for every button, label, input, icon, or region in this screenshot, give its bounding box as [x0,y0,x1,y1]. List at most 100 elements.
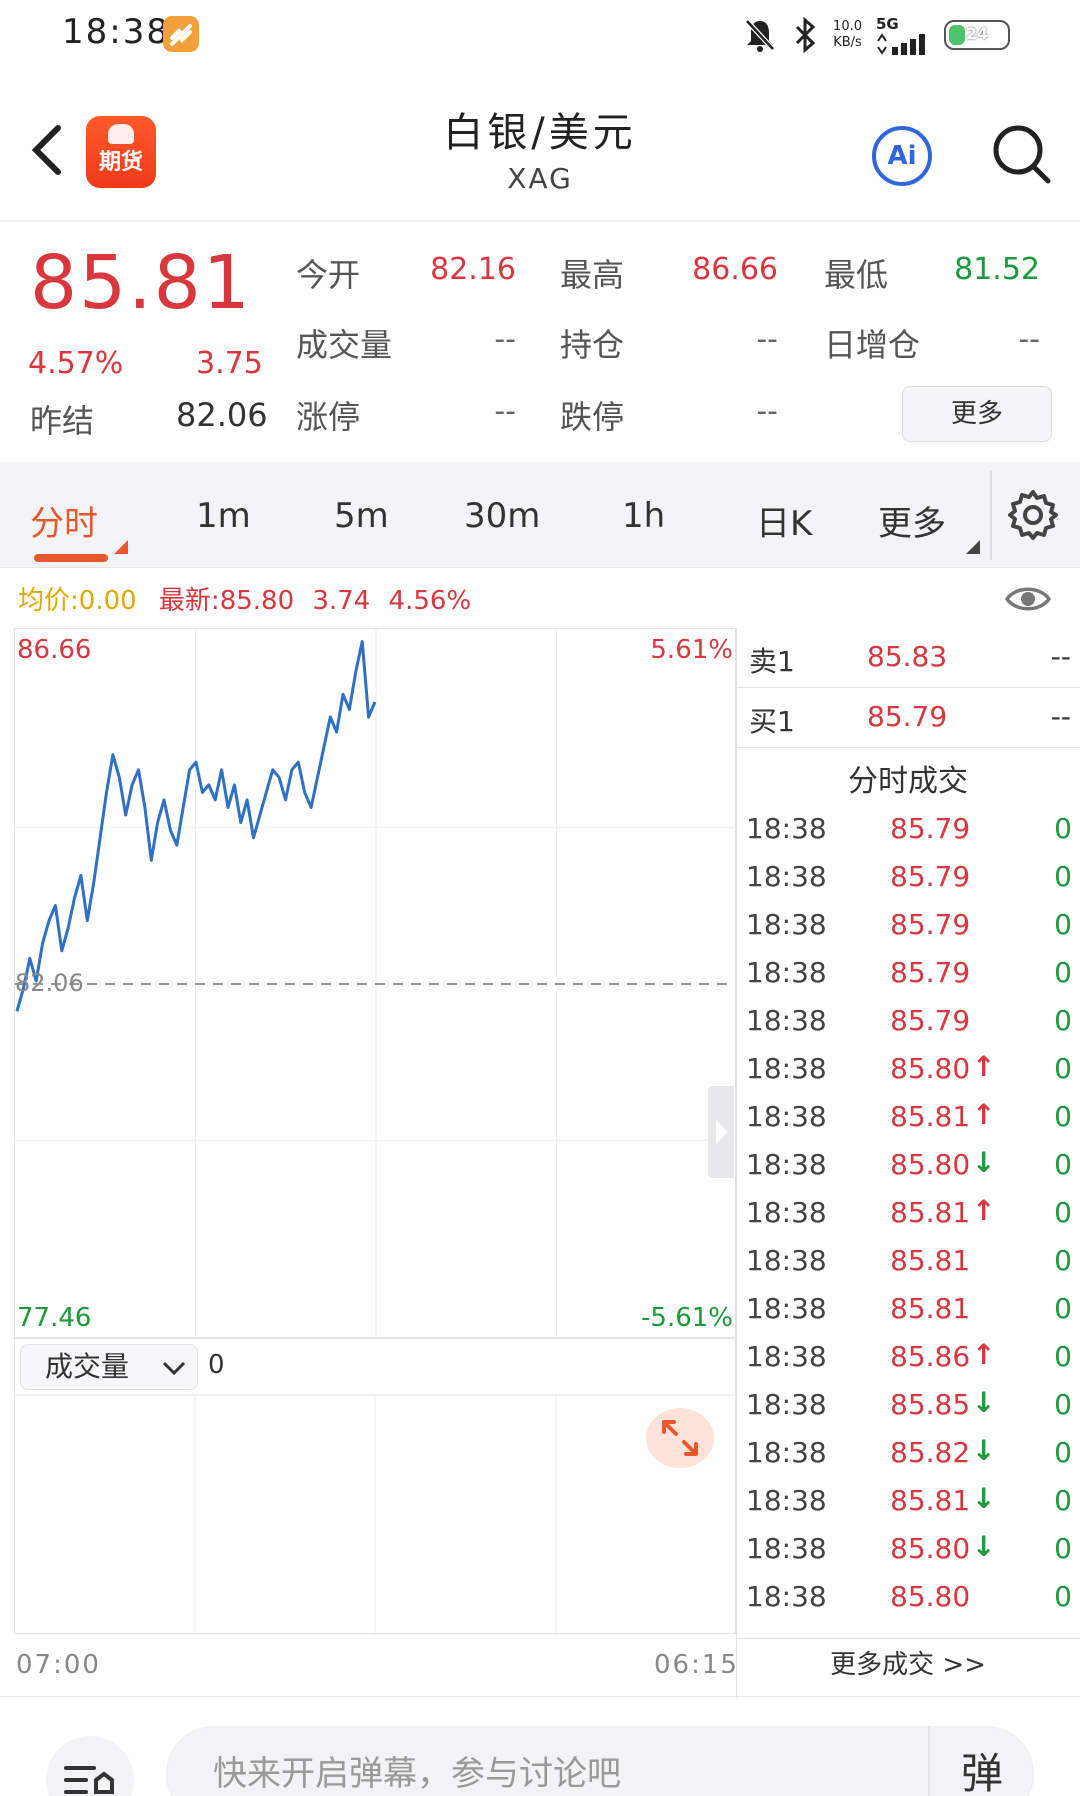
trade-time: 18:38 [746,1052,827,1085]
bluetooth-icon [795,17,816,53]
trade-volume: 0 [1054,1388,1072,1421]
arrow-up-icon: ↑ [972,1194,996,1227]
last-price: 85.81 [30,240,252,326]
quote-field-value: -- [1018,322,1040,357]
quote-field-value: -- [494,322,516,357]
trade-time: 18:38 [746,1340,827,1373]
trade-time: 18:38 [746,908,827,941]
tab-3[interactable]: 30m [464,496,540,536]
status-bar: 18:38 10.0 KB/s 5G 24 [0,0,1080,70]
trade-row: 18:38 85.81 0 [746,1288,1072,1336]
trade-volume: 0 [1054,1004,1072,1037]
chart-settings-button[interactable] [1006,488,1060,542]
battery-icon: 24 [944,20,1010,50]
bottom-divider [0,1696,1080,1697]
symbol-code: XAG [507,162,573,195]
quote-field-value: -- [756,322,778,357]
trade-row: 18:38 85.85 ↓ 0 [746,1384,1072,1432]
trade-volume: 0 [1054,812,1072,845]
trade-time: 18:38 [746,1532,827,1565]
bid-price: 85.79 [867,700,948,733]
tab-1[interactable]: 1m [196,496,251,536]
tab-0[interactable]: 分时 [30,496,98,545]
tab-6[interactable]: 更多 [878,496,946,545]
trade-price: 85.79 [890,1004,971,1037]
cellular-signal: 5G [876,15,930,55]
eye-icon[interactable] [1004,582,1052,616]
y-min-label: 77.46 [17,1303,92,1333]
page-title: 白银/美元 [443,110,637,156]
time-axis-end: 06:15 [654,1650,739,1680]
trade-row: 18:38 85.80 ↓ 0 [746,1528,1072,1576]
trade-price: 85.85 [890,1388,971,1421]
status-indicators: 10.0 KB/s 5G 24 [743,12,1010,58]
search-icon [993,125,1051,184]
bid-row: 买1 85.79 -- [737,688,1080,748]
trade-price: 85.81 [890,1196,971,1229]
trade-row: 18:38 85.79 0 [746,904,1072,952]
trade-row: 18:38 85.82 ↓ 0 [746,1432,1072,1480]
more-trades-link[interactable]: 更多成交 >> [736,1644,1080,1681]
net-speed-value: 10.0 [833,19,862,34]
quote-field-label: 最低 [824,256,889,294]
latest-change-pct: 4.56% [388,586,472,616]
expand-icon [662,1420,698,1456]
tab-5[interactable]: 日K [756,496,812,545]
tab-4[interactable]: 1h [622,496,665,536]
chevron-down-icon [162,1361,186,1376]
chevron-left-icon [31,125,61,175]
net-speed-unit: KB/s [833,35,862,50]
chevron-right-icon [716,1120,728,1144]
danmu-toggle-button[interactable]: 弹 [928,1726,1034,1796]
tab-2[interactable]: 5m [334,496,389,536]
trade-volume: 0 [1054,1244,1072,1277]
prev-close-value: 82.06 [176,396,268,434]
trade-volume: 0 [1054,1484,1072,1517]
fullscreen-button[interactable] [646,1408,714,1468]
latest-price-value: 85.80 [219,586,295,616]
trade-row: 18:38 85.86 ↑ 0 [746,1336,1072,1384]
more-quote-button[interactable]: 更多 [902,386,1052,442]
latest-price-label: 最新: [158,586,220,616]
quote-field-label: 持仓 [560,326,625,364]
baseline-label: 82.06 [15,969,84,997]
trade-volume: 0 [1054,956,1072,989]
trade-time: 18:38 [746,1004,827,1037]
menu-button[interactable] [46,1736,134,1796]
trade-price: 85.86 [890,1340,971,1373]
futures-logo[interactable]: 期货 [86,116,156,188]
trade-row: 18:38 85.80 ↓ 0 [746,1144,1072,1192]
arrow-up-icon: ↑ [972,1338,996,1371]
indicator-dropdown[interactable]: 成交量 [20,1344,198,1390]
net-speed: 10.0 KB/s [833,19,862,51]
trade-price: 85.81 [890,1100,971,1133]
gear-icon [1008,490,1058,540]
trade-row: 18:38 85.81 0 [746,1240,1072,1288]
trade-row: 18:38 85.81 ↑ 0 [746,1192,1072,1240]
trade-time: 18:38 [746,1484,827,1517]
y-max-label: 86.66 [17,635,92,665]
ask-price: 85.83 [867,640,948,673]
active-tab-indicator [34,554,108,562]
indicator-dropdown-label: 成交量 [45,1350,130,1383]
ask-volume: -- [1050,640,1071,673]
bid-volume: -- [1050,700,1071,733]
tab-divider [990,470,992,560]
trade-volume: 0 [1054,860,1072,893]
intraday-chart[interactable]: 86.66 5.61% 77.46 -5.61% 82.06 [14,628,737,1339]
search-button[interactable] [990,122,1052,186]
comment-input[interactable]: 快来开启弹幕，参与讨论吧 [166,1726,1034,1796]
trade-price: 85.79 [890,908,971,941]
ai-assistant-button[interactable]: Ai [872,126,932,186]
trade-volume: 0 [1054,1100,1072,1133]
quote-field-label: 跌停 [560,398,625,436]
trade-row: 18:38 85.80 ↑ 0 [746,1048,1072,1096]
trade-volume: 0 [1054,1580,1072,1613]
collapse-panel-handle[interactable] [708,1086,734,1178]
back-button[interactable] [22,120,72,180]
trade-price: 85.81 [890,1292,971,1325]
bid-label: 买1 [749,705,795,738]
trade-price: 85.80 [890,1148,971,1181]
arrow-down-icon: ↓ [972,1434,996,1467]
trade-time: 18:38 [746,1100,827,1133]
